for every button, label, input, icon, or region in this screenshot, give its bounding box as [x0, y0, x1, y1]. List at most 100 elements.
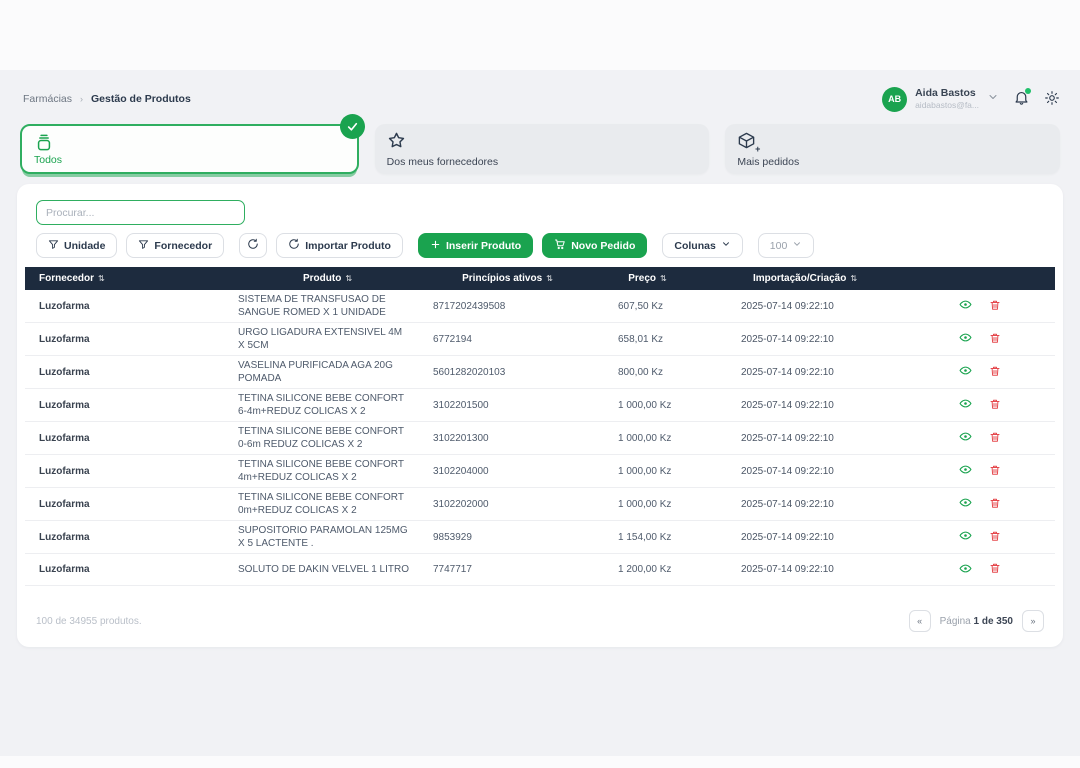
trash-icon: [989, 464, 1001, 476]
check-icon: [346, 120, 359, 133]
cell-importacao: 2025-07-14 09:22:10: [705, 488, 905, 521]
table-row[interactable]: Luzofarma SUPOSITORIO PARAMOLAN 125MG X …: [25, 521, 1055, 554]
tab-todos[interactable]: Todos: [20, 124, 359, 174]
table-row[interactable]: Luzofarma TETINA SILICONE BEBE CONFORT 6…: [25, 389, 1055, 422]
table-row[interactable]: Luzofarma URGO LIGADURA EXTENSIVEL 4M X …: [25, 323, 1055, 356]
sort-icon[interactable]: ⇅: [345, 274, 352, 283]
delete-product-button[interactable]: [989, 365, 1001, 377]
delete-product-button[interactable]: [989, 530, 1001, 542]
delete-product-button[interactable]: [989, 398, 1001, 410]
cell-fornecedor: Luzofarma: [25, 323, 230, 356]
plus-badge: +: [754, 145, 761, 153]
user-menu[interactable]: AB Aida Bastos aidabastos@fa...: [882, 87, 999, 112]
delete-product-button[interactable]: [989, 497, 1001, 509]
breadcrumb-parent[interactable]: Farmácias: [23, 93, 72, 105]
table-row[interactable]: Luzofarma VASELINA PURIFICADA AGA 20G PO…: [25, 356, 1055, 389]
unidade-filter-button[interactable]: Unidade: [36, 233, 117, 258]
novo-pedido-label: Novo Pedido: [571, 240, 635, 252]
view-product-button[interactable]: [959, 562, 972, 575]
col-header-importacao[interactable]: Importação/Criação⇅: [705, 267, 905, 290]
cell-produto: SUPOSITORIO PARAMOLAN 125MG X 5 LACTENTE…: [230, 521, 425, 554]
cell-importacao: 2025-07-14 09:22:10: [705, 422, 905, 455]
avatar[interactable]: AB: [882, 87, 907, 112]
table-row[interactable]: Luzofarma TETINA SILICONE BEBE CONFORT 0…: [25, 422, 1055, 455]
fornecedor-filter-label: Fornecedor: [154, 240, 212, 252]
eye-icon: [959, 298, 972, 311]
view-product-button[interactable]: [959, 430, 972, 443]
cell-fornecedor: Luzofarma: [25, 521, 230, 554]
cell-importacao: 2025-07-14 09:22:10: [705, 356, 905, 389]
jar-icon: [34, 133, 345, 153]
bottom-strip: [0, 756, 1080, 768]
trash-icon: [989, 431, 1001, 443]
col-header-produto[interactable]: Produto⇅: [230, 267, 425, 290]
col-header-principios[interactable]: Princípios ativos⇅: [425, 267, 590, 290]
tab-label: Todos: [34, 154, 345, 166]
sort-icon[interactable]: ⇅: [98, 274, 105, 283]
delete-product-button[interactable]: [989, 464, 1001, 476]
view-product-button[interactable]: [959, 496, 972, 509]
trash-icon: [989, 530, 1001, 542]
tab-dos-meus-fornecedores[interactable]: Dos meus fornecedores: [375, 124, 710, 174]
cell-importacao: 2025-07-14 09:22:10: [705, 455, 905, 488]
search-input[interactable]: [36, 200, 245, 225]
view-product-button[interactable]: [959, 463, 972, 476]
delete-product-button[interactable]: [989, 562, 1001, 574]
colunas-button[interactable]: Colunas: [662, 233, 742, 258]
eye-icon: [959, 463, 972, 476]
filter-cards: Todos Dos meus fornecedores + Mais pedid…: [20, 124, 1060, 174]
sun-icon: [1044, 90, 1060, 109]
prev-page-button[interactable]: «: [909, 610, 931, 632]
delete-product-button[interactable]: [989, 299, 1001, 311]
notifications-button[interactable]: [1013, 89, 1030, 109]
page-size-select[interactable]: 100: [758, 233, 815, 258]
topbar: Farmácias › Gestão de Produtos AB Aida B…: [0, 70, 1080, 114]
page-label: Página: [940, 616, 971, 627]
cell-preco: 1 154,00 Kz: [590, 521, 705, 554]
unidade-filter-label: Unidade: [64, 240, 105, 252]
table-row[interactable]: Luzofarma TETINA SILICONE BEBE CONFORT 4…: [25, 455, 1055, 488]
importar-produto-label: Importar Produto: [305, 240, 391, 252]
col-header-fornecedor[interactable]: Fornecedor⇅: [25, 267, 230, 290]
pagination: « Página 1 de 350 »: [909, 610, 1044, 632]
fornecedor-filter-button[interactable]: Fornecedor: [126, 233, 224, 258]
view-product-button[interactable]: [959, 331, 972, 344]
importar-produto-button[interactable]: Importar Produto: [276, 233, 403, 258]
tab-mais-pedidos[interactable]: + Mais pedidos: [725, 124, 1060, 174]
trash-icon: [989, 299, 1001, 311]
view-product-button[interactable]: [959, 529, 972, 542]
view-product-button[interactable]: [959, 364, 972, 377]
table-row[interactable]: Luzofarma TETINA SILICONE BEBE CONFORT 0…: [25, 488, 1055, 521]
next-page-button[interactable]: »: [1022, 610, 1044, 632]
cell-preco: 1 000,00 Kz: [590, 389, 705, 422]
novo-pedido-button[interactable]: Novo Pedido: [542, 233, 647, 258]
delete-product-button[interactable]: [989, 332, 1001, 344]
inserir-produto-button[interactable]: Inserir Produto: [418, 233, 533, 258]
trash-icon: [989, 398, 1001, 410]
plus-icon: [430, 239, 441, 253]
cell-fornecedor: Luzofarma: [25, 554, 230, 586]
cell-principios: 3102204000: [425, 455, 590, 488]
eye-icon: [959, 430, 972, 443]
sort-icon[interactable]: ⇅: [850, 274, 857, 283]
cell-preco: 1 200,00 Kz: [590, 554, 705, 586]
sort-icon[interactable]: ⇅: [546, 274, 553, 283]
view-product-button[interactable]: [959, 298, 972, 311]
theme-toggle-button[interactable]: [1044, 90, 1060, 109]
view-product-button[interactable]: [959, 397, 972, 410]
row-actions: [959, 298, 1001, 311]
eye-icon: [959, 496, 972, 509]
search-wrap: [17, 184, 1063, 225]
row-actions: [959, 364, 1001, 377]
cell-produto: TETINA SILICONE BEBE CONFORT 0-6m REDUZ …: [230, 422, 425, 455]
top-strip: [0, 0, 1080, 70]
delete-product-button[interactable]: [989, 431, 1001, 443]
cell-produto: SISTEMA DE TRANSFUSAO DE SANGUE ROMED X …: [230, 290, 425, 323]
col-header-preco[interactable]: Preço⇅: [590, 267, 705, 290]
cell-preco: 658,01 Kz: [590, 323, 705, 356]
table-row[interactable]: Luzofarma SISTEMA DE TRANSFUSAO DE SANGU…: [25, 290, 1055, 323]
cell-fornecedor: Luzofarma: [25, 389, 230, 422]
refresh-button[interactable]: [239, 233, 267, 258]
table-row[interactable]: Luzofarma SOLUTO DE DAKIN VELVEL 1 LITRO…: [25, 554, 1055, 586]
sort-icon[interactable]: ⇅: [660, 274, 667, 283]
